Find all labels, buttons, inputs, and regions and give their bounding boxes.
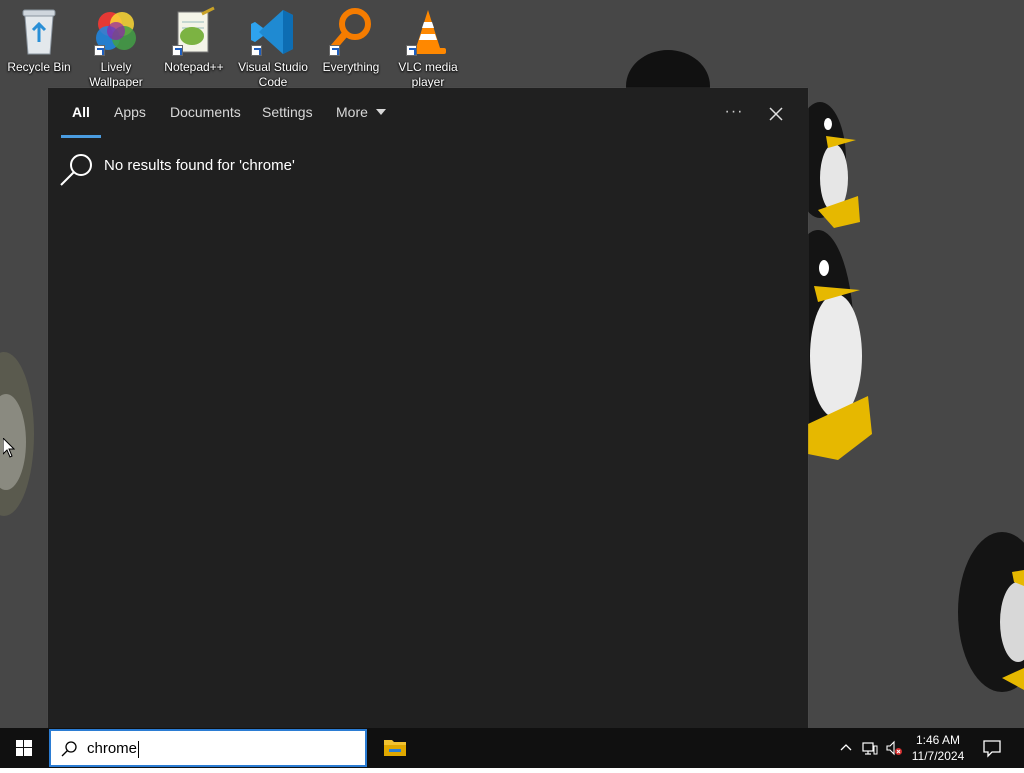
desktop-icon-lively-wallpaper[interactable]: Lively Wallpaper — [78, 4, 154, 90]
desktop-icon-label: VLC media player — [398, 60, 458, 89]
desktop-icon-label: Everything — [322, 60, 380, 74]
text-caret — [138, 741, 139, 758]
desktop-icon-notepadpp[interactable]: Notepad++ — [156, 4, 232, 75]
tab-settings[interactable]: Settings — [262, 104, 313, 120]
tab-apps[interactable]: Apps — [114, 104, 146, 120]
clock-date: 11/7/2024 — [911, 749, 965, 763]
search-icon — [61, 741, 77, 757]
search-scope-tabs: All Apps Documents Settings More ··· — [48, 88, 808, 140]
desktop-icon-label: Recycle Bin — [7, 60, 71, 74]
desktop-icon-everything[interactable]: Everything — [313, 4, 389, 75]
active-tab-indicator — [61, 135, 101, 138]
network-icon[interactable] — [862, 740, 878, 756]
chevron-down-icon — [375, 109, 386, 115]
system-clock[interactable]: 1:46 AM 11/7/2024 — [904, 732, 972, 764]
close-icon — [769, 107, 783, 121]
search-input[interactable] — [87, 731, 347, 765]
folder-icon — [384, 740, 406, 756]
wallpaper-penguin-left — [0, 352, 34, 516]
windows-logo-icon — [16, 740, 32, 756]
tab-more-label: More — [336, 104, 368, 120]
start-button[interactable] — [0, 728, 48, 768]
wallpaper-penguin-top — [626, 50, 710, 90]
more-options-button[interactable]: ··· — [722, 100, 746, 124]
recycle-bin-icon — [15, 6, 63, 58]
tab-documents[interactable]: Documents — [170, 104, 241, 120]
vlc-icon — [404, 6, 452, 58]
desktop-icon-vscode[interactable]: Visual Studio Code — [235, 4, 311, 90]
desktop-icon-vlc[interactable]: VLC media player — [390, 4, 466, 90]
taskbar: 1:46 AM 11/7/2024 — [0, 728, 1024, 768]
wallpaper-penguin-right-1 — [808, 102, 860, 228]
search-icon — [60, 154, 92, 186]
tab-more[interactable]: More — [336, 104, 386, 120]
action-center-button[interactable] — [980, 736, 1004, 760]
lively-wallpaper-icon — [92, 6, 140, 58]
no-results-text: No results found for 'chrome' — [104, 157, 295, 174]
mouse-pointer-icon — [3, 438, 15, 458]
taskbar-search-box[interactable] — [49, 729, 367, 767]
wallpaper-penguin-right-2 — [808, 230, 872, 460]
desktop-icon-recycle-bin[interactable]: Recycle Bin — [1, 4, 77, 75]
notepadpp-icon — [170, 6, 218, 58]
vscode-icon — [249, 6, 297, 58]
wallpaper-penguin-bottom-right — [958, 532, 1024, 692]
desktop-icon-label: Notepad++ — [164, 60, 224, 74]
file-explorer-button[interactable] — [375, 728, 415, 768]
clock-time: 1:46 AM — [915, 733, 961, 747]
everything-search-icon — [327, 6, 375, 58]
chevron-up-icon[interactable] — [838, 740, 854, 756]
desktop: Recycle Bin Lively Wallpaper Notepad++ V… — [0, 0, 1024, 728]
close-button[interactable] — [764, 102, 788, 126]
tab-all[interactable]: All — [72, 104, 90, 120]
desktop-icon-label: Visual Studio Code — [238, 60, 308, 89]
desktop-icon-label: Lively Wallpaper — [89, 60, 143, 89]
volume-muted-icon[interactable] — [886, 740, 902, 756]
notification-icon — [983, 740, 1001, 758]
search-results-panel: All Apps Documents Settings More ··· No … — [48, 88, 808, 728]
